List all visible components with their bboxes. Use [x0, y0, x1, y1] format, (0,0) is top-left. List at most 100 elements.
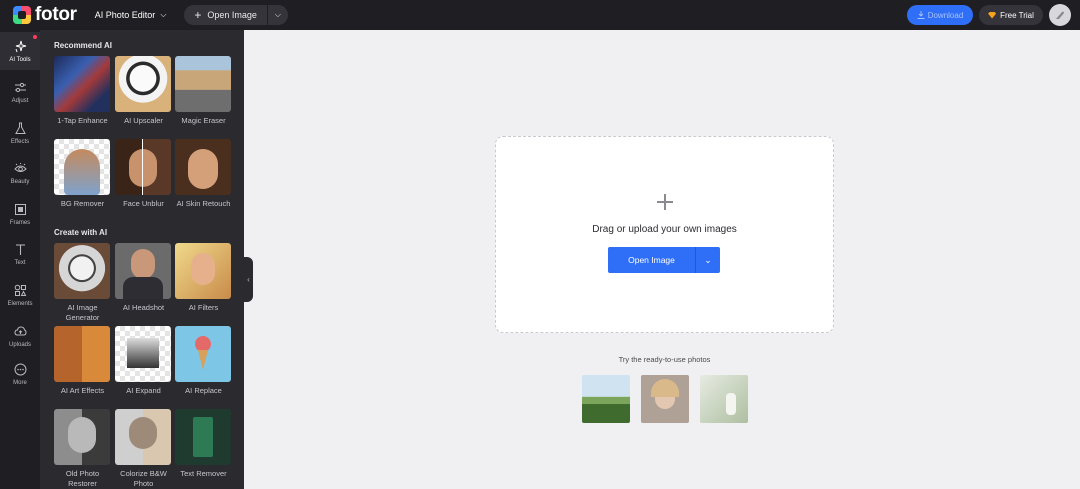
rail-label: AI Tools: [9, 56, 31, 63]
open-image-button[interactable]: Open Image: [608, 247, 695, 273]
rail-label: Beauty: [10, 178, 30, 185]
tool-ai-skin-retouch[interactable]: AI Skin Retouch: [175, 139, 232, 209]
rail-label: Elements: [7, 300, 33, 307]
top-bar: fotor AI Photo Editor ⌵ + Open Image ⌵ D…: [0, 0, 1080, 30]
rail-label: Frames: [9, 219, 31, 226]
tool-face-unblur[interactable]: Face Unblur: [115, 139, 172, 209]
rail-item-frames[interactable]: Frames: [0, 195, 40, 233]
tool-ai-headshot[interactable]: AI Headshot: [115, 243, 172, 313]
notification-dot: [33, 35, 37, 39]
tool-label: AI Skin Retouch: [176, 199, 231, 208]
tool-label: 1-Tap Enhance: [57, 116, 108, 125]
rail-label: Effects: [10, 138, 30, 145]
rail-label: Adjust: [11, 97, 29, 104]
sparkles-icon: [13, 40, 27, 54]
tool-old-photo-restorer[interactable]: Old Photo Restorer: [54, 409, 111, 489]
sample-photos-caption: Try the ready-to-use photos: [618, 355, 711, 364]
tool-bg-remover[interactable]: BG Remover: [54, 139, 111, 209]
tool-thumbnail: [54, 326, 110, 382]
tool-thumbnail: [54, 243, 110, 299]
tool-label: AI Headshot: [122, 303, 165, 312]
recommend-ai-title: Recommend AI: [54, 41, 112, 50]
rail-item-beauty[interactable]: Beauty: [0, 154, 40, 192]
plus-icon: +: [194, 8, 202, 22]
shapes-icon: [13, 284, 27, 298]
fotor-logo[interactable]: fotor: [13, 4, 77, 26]
tool-colorize-bw-photo[interactable]: Colorize B&W Photo: [115, 409, 172, 489]
chevron-down-icon[interactable]: ⌵: [268, 10, 288, 20]
tool-ai-replace[interactable]: AI Replace: [175, 326, 232, 396]
more-icon: [13, 363, 27, 377]
open-image-top-button[interactable]: + Open Image ⌵: [184, 5, 288, 25]
rail-item-effects[interactable]: Effects: [0, 114, 40, 152]
chevron-down-icon: ⌵: [160, 10, 167, 19]
rail-label: Text: [14, 259, 26, 266]
rail-item-adjust[interactable]: Adjust: [0, 73, 40, 111]
logo-text: fotor: [35, 4, 77, 25]
tool-thumbnail: [54, 409, 110, 465]
open-image-dropdown-button[interactable]: ⌄: [695, 247, 720, 273]
download-icon: [917, 11, 925, 19]
tool-thumbnail: [175, 409, 231, 465]
sample-photo-landscape[interactable]: [582, 375, 630, 423]
collapse-panel-button[interactable]: ‹: [244, 257, 253, 302]
tool-ai-art-effects[interactable]: AI Art Effects: [54, 326, 111, 396]
eye-icon: [13, 162, 27, 176]
ai-tools-panel: Recommend AI 1-Tap Enhance AI Upscaler M…: [40, 30, 244, 489]
tool-label: Text Remover: [180, 469, 227, 478]
tool-thumbnail: [115, 409, 171, 465]
tool-label: AI Expand: [126, 386, 161, 395]
rail-label: Uploads: [8, 341, 31, 348]
tool-label: Magic Eraser: [181, 116, 226, 125]
tool-label: Colorize B&W Photo: [120, 469, 167, 488]
rail-item-uploads[interactable]: Uploads: [0, 317, 40, 355]
rail-item-more[interactable]: More: [0, 355, 40, 393]
tool-1-tap-enhance[interactable]: 1-Tap Enhance: [54, 56, 111, 126]
tool-thumbnail: [175, 326, 231, 382]
user-avatar[interactable]: [1049, 4, 1071, 26]
tool-magic-eraser[interactable]: Magic Eraser: [175, 56, 232, 126]
drag-upload-text: Drag or upload your own images: [592, 224, 737, 235]
tool-label: AI Replace: [185, 386, 222, 395]
tool-thumbnail: [175, 243, 231, 299]
tool-thumbnail: [115, 243, 171, 299]
chevron-left-icon: ‹: [247, 275, 250, 284]
upload-dropzone[interactable]: Drag or upload your own images Open Imag…: [495, 136, 834, 333]
tool-thumbnail: [115, 139, 171, 195]
diamond-icon: [988, 11, 997, 19]
rail-item-elements[interactable]: Elements: [0, 276, 40, 314]
tool-ai-expand[interactable]: AI Expand: [115, 326, 172, 396]
sample-photo-still-life[interactable]: [700, 375, 748, 423]
sample-photo-portrait[interactable]: [641, 375, 689, 423]
tool-ai-image-generator[interactable]: AI Image Generator: [54, 243, 111, 323]
left-tool-rail: AI Tools Adjust Effects Beauty Frames Te…: [0, 30, 40, 489]
tool-ai-upscaler[interactable]: AI Upscaler: [115, 56, 172, 126]
plus-icon: [657, 194, 673, 210]
free-trial-button[interactable]: Free Trial: [979, 5, 1043, 25]
download-button[interactable]: Download: [907, 5, 973, 25]
tool-label: AI Image Generator: [65, 303, 100, 322]
chevron-down-icon: ⌄: [704, 254, 712, 265]
rail-item-ai-tools[interactable]: AI Tools: [0, 32, 40, 70]
tool-thumbnail: [54, 56, 110, 112]
rail-item-text[interactable]: Text: [0, 235, 40, 273]
text-icon: [13, 243, 27, 257]
editor-mode-dropdown[interactable]: AI Photo Editor ⌵: [95, 10, 167, 20]
tool-ai-filters[interactable]: AI Filters: [175, 243, 232, 313]
open-image-button-group: Open Image ⌄: [608, 247, 720, 273]
tool-thumbnail: [54, 139, 110, 195]
tool-label: AI Upscaler: [124, 116, 163, 125]
editor-mode-label: AI Photo Editor: [94, 10, 156, 20]
tool-label: Face Unblur: [123, 199, 164, 208]
tool-label: BG Remover: [60, 199, 105, 208]
download-label: Download: [927, 10, 964, 20]
tool-thumbnail: [115, 326, 171, 382]
frame-icon: [13, 203, 27, 217]
cloud-upload-icon: [13, 325, 27, 339]
tool-text-remover[interactable]: Text Remover: [175, 409, 232, 479]
bird-icon: [1056, 11, 1064, 19]
tool-label: AI Filters: [188, 303, 219, 312]
tool-thumbnail: [175, 139, 231, 195]
open-image-top-label: Open Image: [207, 10, 257, 20]
tool-thumbnail: [115, 56, 171, 112]
